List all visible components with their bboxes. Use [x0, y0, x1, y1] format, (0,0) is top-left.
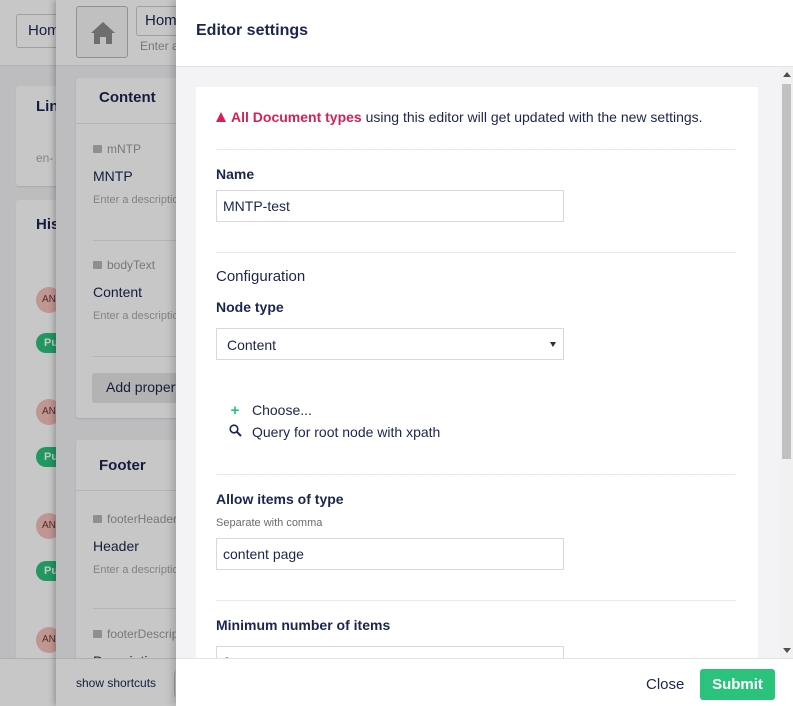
name-input[interactable]	[216, 190, 564, 222]
panel-header: Editor settings	[176, 0, 793, 67]
configuration-heading: Configuration	[216, 268, 306, 285]
editor-settings-panel: Editor settings All Document types using…	[176, 0, 793, 706]
scroll-up-arrow-icon[interactable]	[783, 72, 791, 77]
choose-start-node-button[interactable]: + Choose...	[228, 402, 312, 419]
allow-items-hint: Separate with comma	[216, 517, 323, 529]
allow-items-input[interactable]	[216, 538, 564, 570]
node-type-select[interactable]: Content	[216, 328, 564, 360]
node-type-label: Node type	[216, 299, 284, 315]
close-button[interactable]: Close	[636, 669, 694, 699]
allow-items-label: Allow items of type	[216, 491, 344, 507]
choose-label: Choose...	[252, 402, 312, 418]
name-label: Name	[216, 166, 255, 182]
node-type-selected-value: Content	[227, 337, 277, 353]
divider	[216, 600, 736, 601]
update-warning: All Document types using this editor wil…	[216, 109, 703, 125]
divider	[216, 149, 736, 150]
divider	[216, 252, 736, 253]
submit-button[interactable]: Submit	[700, 669, 775, 700]
query-label: Query for root node with xpath	[252, 424, 441, 440]
warning-text: using this editor will get updated with …	[361, 109, 703, 125]
panel-footer: Close Submit	[176, 658, 793, 706]
query-xpath-button[interactable]: Query for root node with xpath	[228, 424, 440, 440]
plus-icon: +	[230, 402, 240, 419]
caret-down-icon	[550, 342, 556, 347]
search-icon	[228, 424, 242, 440]
page-title: Editor settings	[196, 22, 309, 39]
min-items-input[interactable]	[216, 646, 564, 658]
scrollbar[interactable]	[780, 67, 793, 658]
min-items-label: Minimum number of items	[216, 617, 391, 633]
warning-icon	[216, 112, 226, 122]
modal-backdrop[interactable]	[0, 0, 176, 706]
scrollbar-thumb[interactable]	[782, 84, 791, 459]
scroll-down-arrow-icon[interactable]	[783, 648, 791, 653]
document-types-link[interactable]: All Document types	[231, 109, 362, 125]
settings-form: All Document types using this editor wil…	[196, 87, 758, 658]
divider	[216, 474, 736, 475]
